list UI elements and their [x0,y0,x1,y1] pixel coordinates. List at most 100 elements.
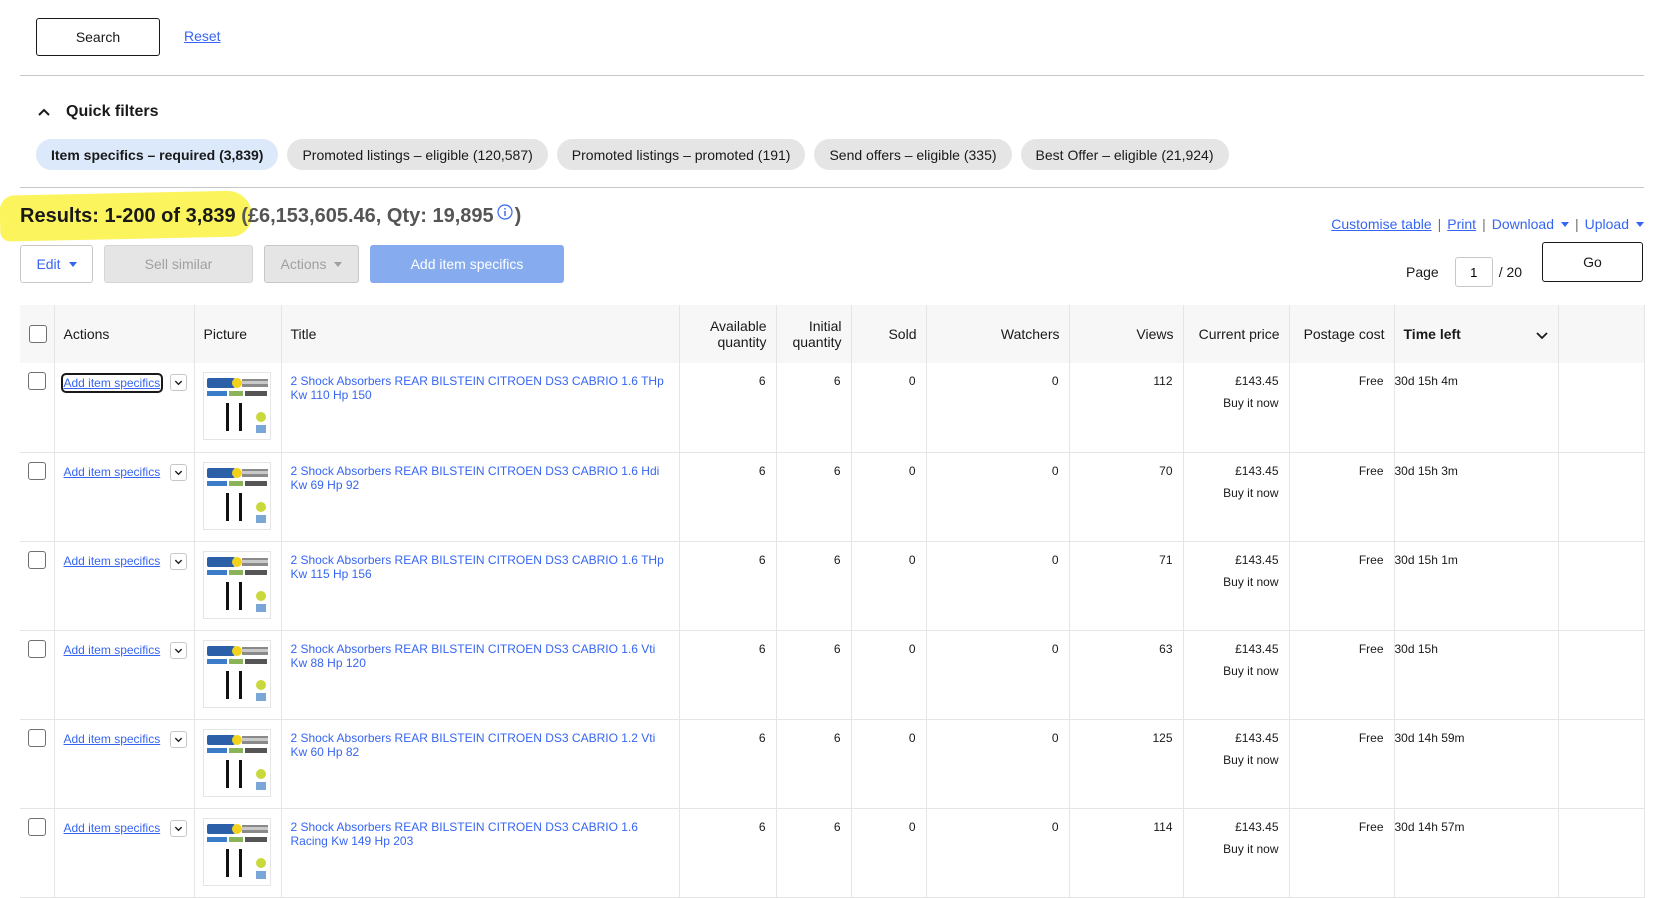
add-item-specifics-link[interactable]: Add item specifics [64,465,161,479]
initial-quantity: 6 [776,630,852,719]
col-extra [1558,305,1645,363]
quick-filters-title: Quick filters [66,103,159,120]
col-views[interactable]: Views [1069,305,1184,363]
col-picture: Picture [194,305,282,363]
row-checkbox[interactable] [27,461,46,480]
row-select-cell [20,630,55,719]
row-checkbox[interactable] [27,550,46,569]
edit-menu-button[interactable]: Edit [20,245,93,283]
select-all-cell [20,305,55,363]
col-initial-quantity[interactable]: Initial quantity [776,305,852,363]
customise-table-link[interactable]: Customise table [1331,216,1431,232]
time-left: 30d 15h 3m [1394,452,1559,541]
sell-similar-button[interactable]: Sell similar [104,245,253,283]
info-icon[interactable] [497,203,513,220]
col-postage-cost[interactable]: Postage cost [1289,305,1395,363]
initial-quantity: 6 [776,541,852,630]
print-link[interactable]: Print [1447,216,1476,232]
go-button[interactable]: Go [1542,242,1643,282]
sort-chevron-down-icon[interactable] [1535,328,1549,342]
search-button[interactable]: Search [36,18,160,56]
row-actions-dropdown[interactable] [170,374,188,391]
caret-down-icon [334,261,343,267]
col-time-left[interactable]: Time left [1394,305,1559,363]
reset-link[interactable]: Reset [184,28,221,44]
shock-absorber-image [206,734,268,790]
row-checkbox[interactable] [27,639,46,658]
listing-title-link[interactable]: 2 Shock Absorbers REAR BILSTEIN CITROEN … [291,820,679,848]
time-left: 30d 14h 59m [1394,719,1559,808]
chip-promoted-promoted[interactable]: Promoted listings – promoted (191) [556,139,806,170]
listing-title-link[interactable]: 2 Shock Absorbers REAR BILSTEIN CITROEN … [291,731,679,759]
views-count: 63 [1069,630,1184,719]
add-item-specifics-link[interactable]: Add item specifics [64,554,161,568]
current-price-cell: £143.45 Buy it now [1183,452,1290,541]
actions-label: Actions [280,256,327,272]
chip-best-offer-eligible[interactable]: Best Offer – eligible (21,924) [1020,139,1229,170]
separator: | [1437,216,1442,232]
download-menu[interactable]: Download [1492,216,1569,232]
actions-menu-button[interactable]: Actions [264,245,359,283]
chevron-down-icon [175,826,183,831]
add-item-specifics-link[interactable]: Add item specifics [64,821,161,835]
listing-title-link[interactable]: 2 Shock Absorbers REAR BILSTEIN CITROEN … [291,553,679,581]
watchers-count: 0 [926,541,1070,630]
download-label: Download [1491,216,1554,232]
initial-quantity: 6 [776,719,852,808]
results-totals: (£6,153,605.46, Qty: 19,895 [241,205,494,227]
current-price: £143.45 [1235,641,1279,656]
col-sold[interactable]: Sold [851,305,927,363]
row-title-cell: 2 Shock Absorbers REAR BILSTEIN CITROEN … [281,452,680,541]
row-checkbox[interactable] [27,372,46,390]
row-actions-dropdown[interactable] [170,819,188,837]
product-thumbnail[interactable] [202,461,271,530]
product-thumbnail[interactable] [202,639,271,708]
edit-label: Edit [36,256,61,272]
chip-item-specifics-required[interactable]: Item specifics – required (3,839) [36,139,279,170]
product-thumbnail[interactable] [202,728,271,797]
col-current-price[interactable]: Current price [1183,305,1290,363]
table-header-row: Actions Picture Title Available quantity… [20,305,1645,363]
chip-promoted-eligible[interactable]: Promoted listings – eligible (120,587) [287,139,548,170]
product-thumbnail[interactable] [202,372,271,440]
page-number-input[interactable] [1454,257,1493,287]
quick-filters-toggle[interactable]: Quick filters [36,103,158,121]
row-checkbox[interactable] [27,817,46,836]
col-title[interactable]: Title [281,305,680,363]
select-all-checkbox[interactable] [29,325,47,343]
row-actions-dropdown[interactable] [170,552,188,570]
row-actions-dropdown[interactable] [170,641,188,659]
product-thumbnail[interactable] [202,550,271,619]
col-available-quantity[interactable]: Available quantity [679,305,777,363]
product-thumbnail[interactable] [202,817,271,886]
row-title-cell: 2 Shock Absorbers REAR BILSTEIN CITROEN … [281,630,680,719]
row-select-cell [20,452,55,541]
current-price-cell: £143.45 Buy it now [1183,719,1290,808]
chip-send-offers-eligible[interactable]: Send offers – eligible (335) [814,139,1012,170]
initial-quantity: 6 [776,808,852,897]
listing-title-link[interactable]: 2 Shock Absorbers REAR BILSTEIN CITROEN … [291,464,679,492]
add-item-specifics-link[interactable]: Add item specifics [60,372,164,393]
quick-filter-chips: Item specifics – required (3,839) Promot… [36,139,1229,170]
listing-title-link[interactable]: 2 Shock Absorbers REAR BILSTEIN CITROEN … [291,642,679,670]
current-price-cell: £143.45 Buy it now [1183,363,1290,452]
divider [20,75,1644,76]
row-checkbox[interactable] [27,728,46,747]
divider [20,187,1644,188]
listing-title-link[interactable]: 2 Shock Absorbers REAR BILSTEIN CITROEN … [291,374,679,402]
row-select-cell [20,363,55,452]
chevron-up-icon [38,108,50,116]
watchers-count: 0 [926,452,1070,541]
add-item-specifics-link[interactable]: Add item specifics [64,643,161,657]
row-actions-dropdown[interactable] [170,463,188,481]
upload-menu[interactable]: Upload [1585,216,1644,232]
current-price: £143.45 [1235,819,1279,834]
col-watchers[interactable]: Watchers [926,305,1070,363]
shock-absorber-image [206,467,268,523]
row-actions-dropdown[interactable] [170,730,188,748]
add-item-specifics-button[interactable]: Add item specifics [370,245,564,283]
row-picture-cell [194,452,282,541]
add-item-specifics-link[interactable]: Add item specifics [64,732,161,746]
views-count: 70 [1069,452,1184,541]
row-select-cell [20,541,55,630]
